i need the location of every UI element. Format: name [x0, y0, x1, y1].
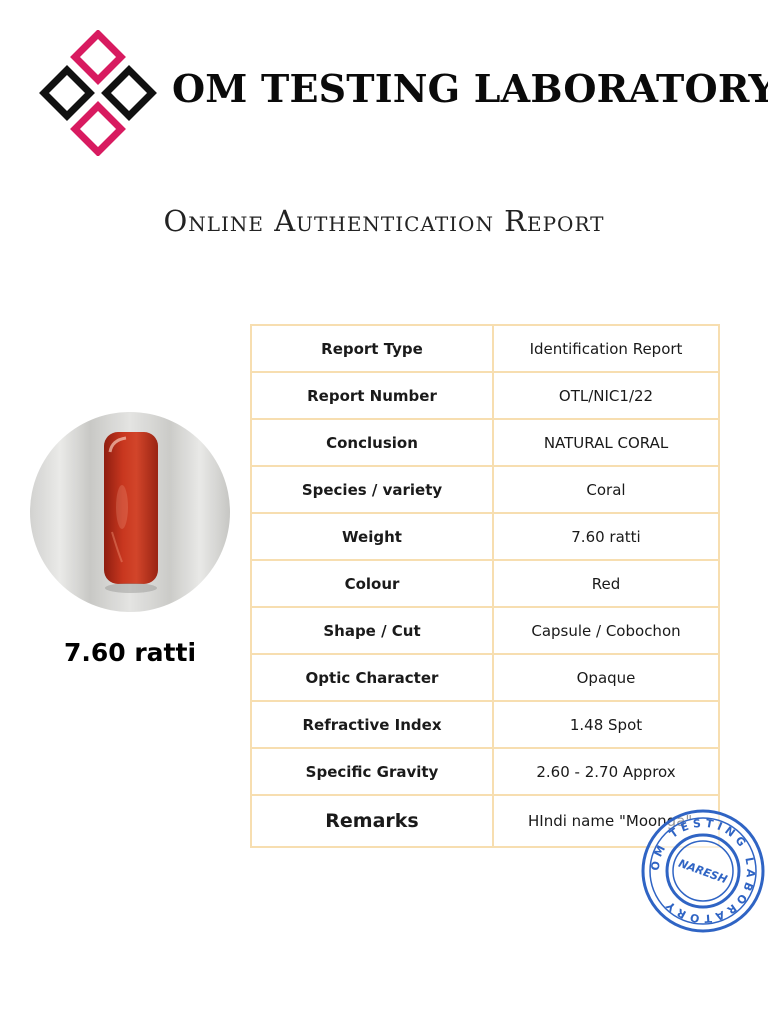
- gem-photo: [30, 412, 230, 612]
- report-row-value: Opaque: [492, 653, 720, 702]
- diamond-cluster-logo-icon: [39, 30, 157, 156]
- report-row-value: Red: [492, 559, 720, 608]
- gem-weight-label: 7.60 ratti: [63, 638, 197, 667]
- report-row-value: OTL/NIC1/22: [492, 371, 720, 420]
- report-row-label: Report Type: [250, 324, 494, 373]
- report-row-label: Optic Character: [250, 653, 494, 702]
- report-row-value: Identification Report: [492, 324, 720, 373]
- report-row-value: Capsule / Cobochon: [492, 606, 720, 655]
- report-row-label: Shape / Cut: [250, 606, 494, 655]
- red-coral-capsule-photo-icon: [30, 412, 230, 612]
- report-row: Report Number OTL/NIC1/22: [250, 371, 720, 420]
- lab-name: OM TESTING LABORATORY: [172, 66, 768, 111]
- report-row-label: Conclusion: [250, 418, 494, 467]
- report-row-label: Species / variety: [250, 465, 494, 514]
- report-row-value: 7.60 ratti: [492, 512, 720, 561]
- report-row: Report Type Identification Report: [250, 324, 720, 373]
- report-row-label: Remarks: [250, 794, 494, 848]
- report-row-label: Colour: [250, 559, 494, 608]
- report-title: Online Authentication Report: [163, 204, 605, 238]
- report-row-label: Weight: [250, 512, 494, 561]
- report-row-value: 1.48 Spot: [492, 700, 720, 749]
- report-row-value: 2.60 - 2.70 Approx: [492, 747, 720, 796]
- report-row-label: Report Number: [250, 371, 494, 420]
- report-row: Optic Character Opaque: [250, 653, 720, 702]
- report-row-label: Refractive Index: [250, 700, 494, 749]
- report-row: Conclusion NATURAL CORAL: [250, 418, 720, 467]
- report-row-label: Specific Gravity: [250, 747, 494, 796]
- lab-seal-stamp-icon: OM TESTING LABORATORY NARESH: [641, 809, 765, 933]
- report-row: Refractive Index 1.48 Spot: [250, 700, 720, 749]
- report-row: Species / variety Coral: [250, 465, 720, 514]
- report-row-value: Coral: [492, 465, 720, 514]
- report-row: Weight 7.60 ratti: [250, 512, 720, 561]
- report-row: Specific Gravity 2.60 - 2.70 Approx: [250, 747, 720, 796]
- report-row-value: NATURAL CORAL: [492, 418, 720, 467]
- report-table: Report Type Identification Report Report N…: [250, 324, 720, 848]
- report-row: Colour Red: [250, 559, 720, 608]
- report-row: Shape / Cut Capsule / Cobochon: [250, 606, 720, 655]
